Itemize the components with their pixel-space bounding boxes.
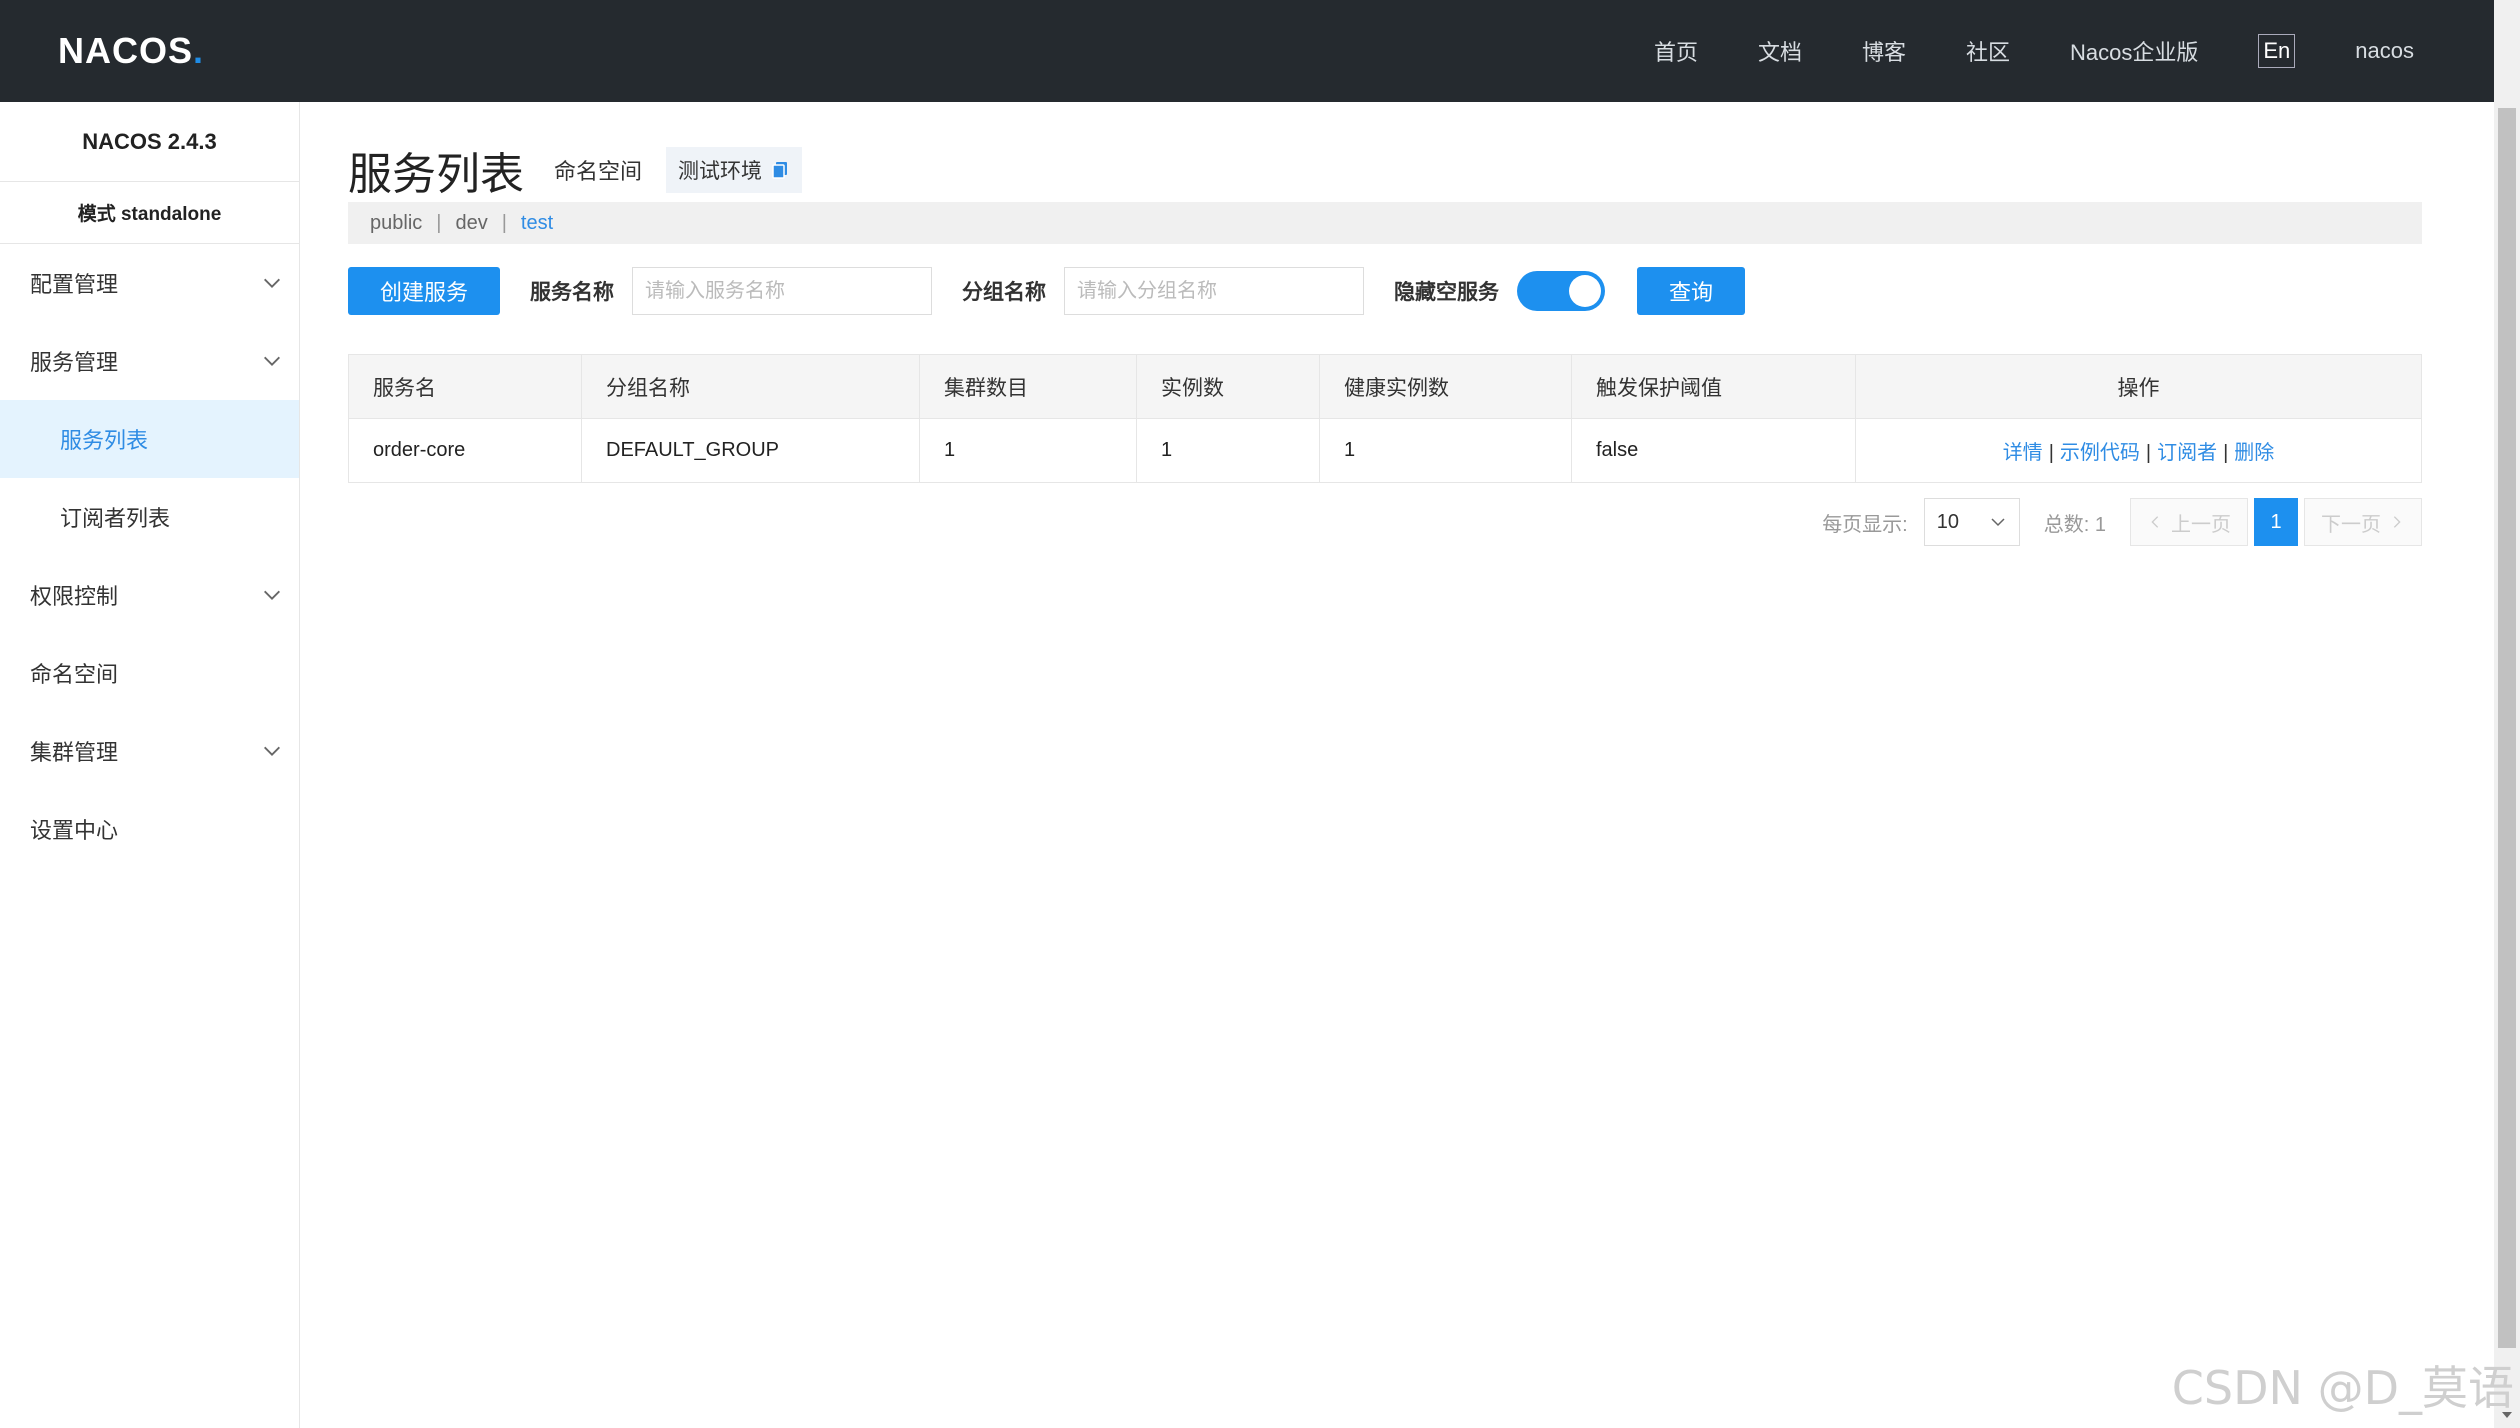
sidebar-item-label: 服务列表: [60, 428, 149, 453]
user-menu[interactable]: nacos: [2355, 38, 2414, 64]
page-title: 服务列表: [348, 150, 524, 199]
page-number-1[interactable]: 1: [2254, 498, 2298, 546]
namespace-separator: |: [501, 211, 507, 234]
service-table: 服务名 分组名称 集群数目 实例数 健康实例数 触发保护阈值 操作 order-…: [348, 354, 2422, 483]
namespace-separator: |: [436, 211, 442, 234]
nav-home[interactable]: 首页: [1654, 35, 1698, 67]
cell-operations: 详情 | 示例代码 | 订阅者 | 删除: [1855, 418, 2422, 483]
namespace-public[interactable]: public: [370, 212, 422, 235]
sidebar-item-service-management[interactable]: 服务管理: [0, 322, 299, 400]
sidebar-item-cluster-management[interactable]: 集群管理: [0, 712, 299, 790]
create-service-button[interactable]: 创建服务: [348, 267, 501, 315]
op-separator: |: [2223, 442, 2229, 464]
sidebar-item-config-management[interactable]: 配置管理: [0, 244, 299, 322]
nacos-logo[interactable]: NACOS.: [58, 30, 204, 72]
next-page-label: 下一页: [2321, 513, 2381, 536]
namespace-bar: public | dev | test: [348, 202, 2422, 244]
nav-enterprise[interactable]: Nacos企业版: [2070, 35, 2198, 67]
namespace-label: 命名空间: [554, 159, 643, 184]
current-namespace-name: 测试环境: [678, 160, 763, 183]
sidebar-item-access-control[interactable]: 权限控制: [0, 556, 299, 634]
chevron-left-icon: [2151, 516, 2159, 528]
sidebar-item-service-list[interactable]: 服务列表: [0, 400, 299, 478]
sample-code-link[interactable]: 示例代码: [2060, 442, 2140, 464]
chevron-down-icon: [264, 356, 280, 366]
table-header-row: 服务名 分组名称 集群数目 实例数 健康实例数 触发保护阈值 操作: [348, 354, 2422, 419]
toggle-knob: [1569, 275, 1602, 307]
column-header-healthy-count[interactable]: 健康实例数: [1319, 354, 1572, 419]
group-name-input[interactable]: [1064, 267, 1365, 315]
vertical-scrollbar[interactable]: [2494, 0, 2520, 1428]
sidebar: NACOS 2.4.3 模式 standalone 配置管理 服务管理 服务列表…: [0, 102, 300, 1428]
page-size-value: 10: [1936, 510, 1959, 533]
prev-page-label: 上一页: [2171, 513, 2231, 536]
sidebar-item-label: 命名空间: [30, 662, 119, 687]
sidebar-item-label: 配置管理: [30, 272, 119, 297]
version-label: NACOS 2.4.3: [0, 102, 299, 182]
sidebar-item-label: 订阅者列表: [60, 506, 171, 531]
service-name-input[interactable]: [632, 267, 933, 315]
pagination: 每页显示: 10 总数: 1 上一页 1 下一页: [1822, 498, 2422, 546]
op-separator: |: [2145, 442, 2152, 464]
delete-link[interactable]: 删除: [2234, 442, 2274, 464]
service-name-label: 服务名称: [530, 281, 615, 304]
column-header-service-name[interactable]: 服务名: [348, 354, 582, 419]
sidebar-item-label: 权限控制: [30, 584, 119, 609]
nav-community[interactable]: 社区: [1966, 35, 2010, 67]
filter-row: 创建服务 服务名称 分组名称 隐藏空服务 查询: [348, 266, 1746, 316]
table-row: order-core DEFAULT_GROUP 1 1 1 false 详情 |…: [348, 418, 2422, 483]
chevron-down-icon: [264, 278, 280, 288]
prev-page-button[interactable]: 上一页: [2130, 498, 2248, 546]
total-count: 总数: 1: [2043, 513, 2106, 536]
copy-icon[interactable]: [770, 160, 790, 180]
hide-empty-label: 隐藏空服务: [1394, 281, 1500, 304]
page-size-select[interactable]: 10: [1923, 498, 2020, 546]
detail-link[interactable]: 详情: [2003, 442, 2043, 464]
sidebar-item-subscriber-list[interactable]: 订阅者列表: [0, 478, 299, 556]
column-header-cluster-count[interactable]: 集群数目: [919, 354, 1137, 419]
cell-group-name: DEFAULT_GROUP: [581, 418, 920, 483]
sidebar-item-namespace[interactable]: 命名空间: [0, 634, 299, 712]
subscribers-link[interactable]: 订阅者: [2157, 442, 2217, 464]
cell-healthy-count: 1: [1319, 418, 1572, 483]
chevron-down-icon: [264, 746, 280, 756]
cell-service-name: order-core: [348, 418, 582, 483]
current-namespace: 测试环境: [666, 147, 803, 193]
mode-label: 模式 standalone: [0, 182, 299, 244]
top-navbar: NACOS. 首页 文档 博客 社区 Nacos企业版 En nacos: [0, 0, 2494, 102]
cell-cluster-count: 1: [919, 418, 1137, 483]
top-nav: 首页 文档 博客 社区 Nacos企业版 En nacos: [1594, 0, 2414, 102]
chevron-right-icon: [2393, 516, 2401, 528]
op-separator: |: [2048, 442, 2054, 464]
nav-docs[interactable]: 文档: [1758, 35, 1802, 67]
column-header-threshold[interactable]: 触发保护阈值: [1571, 354, 1856, 419]
language-toggle-button[interactable]: En: [2258, 34, 2296, 68]
watermark: CSDN @D_莫语: [2171, 1361, 2514, 1415]
scroll-thumb[interactable]: [2498, 108, 2516, 1348]
next-page-button[interactable]: 下一页: [2304, 498, 2422, 546]
group-name-label: 分组名称: [962, 281, 1047, 304]
cell-threshold: false: [1571, 418, 1856, 483]
sidebar-item-settings[interactable]: 设置中心: [0, 790, 299, 868]
column-header-group-name[interactable]: 分组名称: [581, 354, 920, 419]
query-button[interactable]: 查询: [1637, 267, 1746, 315]
page-size-label: 每页显示:: [1822, 513, 1908, 536]
column-header-instance-count[interactable]: 实例数: [1136, 354, 1320, 419]
chevron-down-icon: [264, 590, 280, 600]
sidebar-item-label: 集群管理: [30, 740, 119, 765]
hide-empty-toggle[interactable]: [1517, 271, 1606, 311]
nav-blog[interactable]: 博客: [1862, 35, 1906, 67]
title-row: 服务列表 命名空间 测试环境: [348, 138, 803, 202]
sidebar-item-label: 设置中心: [30, 818, 119, 843]
namespace-dev[interactable]: dev: [455, 212, 487, 235]
sidebar-item-label: 服务管理: [30, 350, 119, 375]
chevron-down-icon: [1991, 518, 2005, 527]
cell-instance-count: 1: [1136, 418, 1320, 483]
namespace-test[interactable]: test: [521, 212, 553, 235]
column-header-operations: 操作: [1855, 354, 2422, 419]
